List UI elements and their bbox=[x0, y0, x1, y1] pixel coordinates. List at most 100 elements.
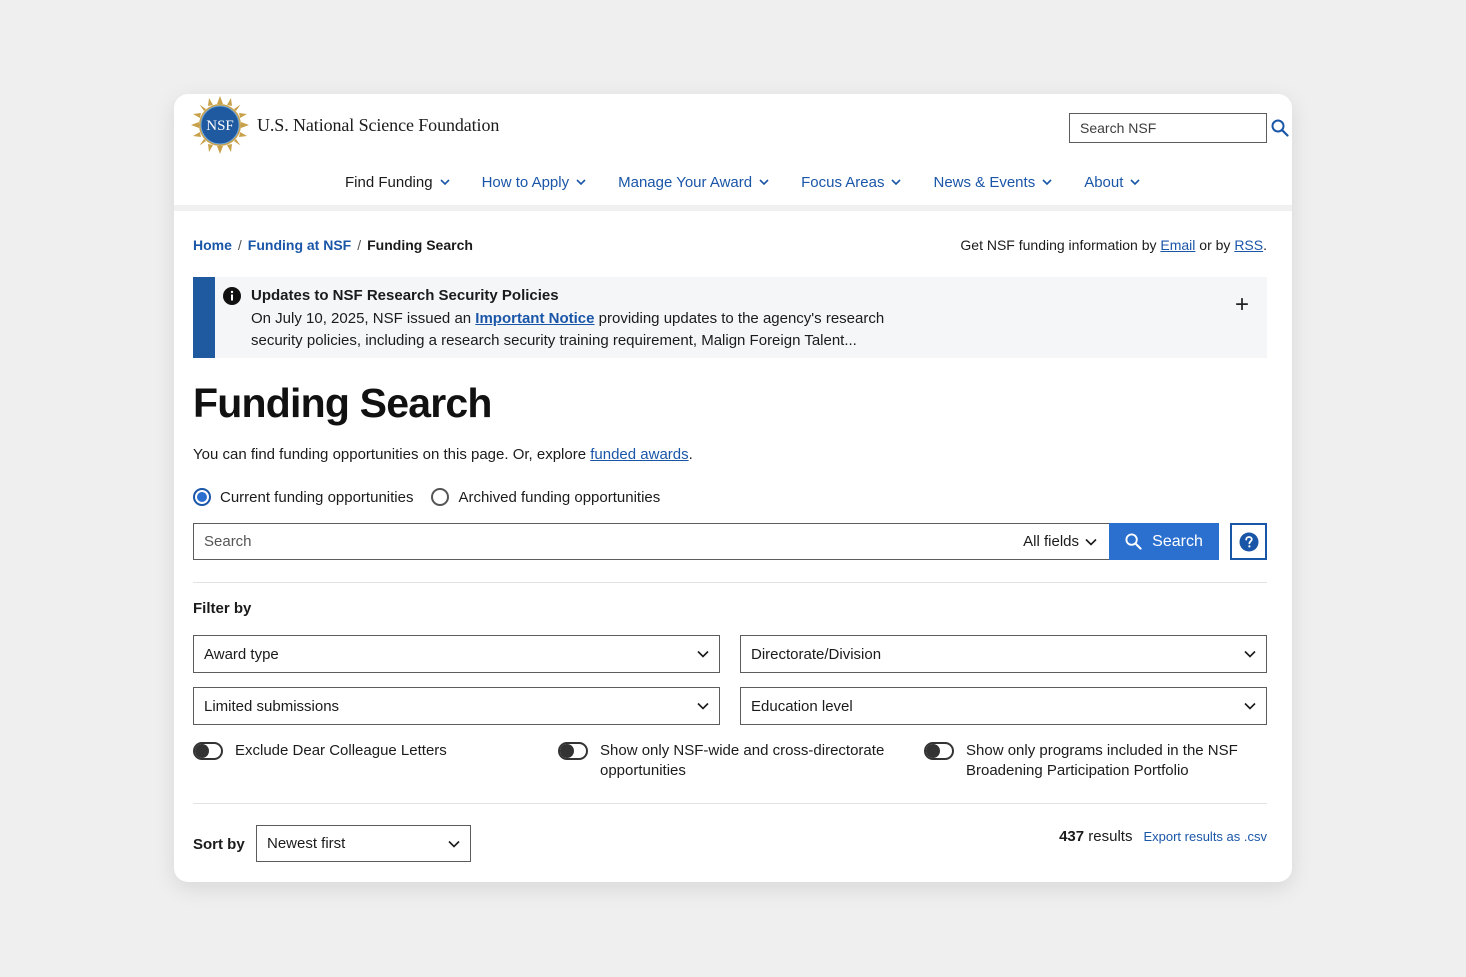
select-label: Award type bbox=[204, 645, 279, 663]
toggle-label: Exclude Dear Colleague Letters bbox=[235, 742, 447, 759]
results-label: results bbox=[1088, 828, 1133, 845]
radio-archived[interactable]: Archived funding opportunities bbox=[431, 488, 660, 506]
sort-value: Newest first bbox=[267, 835, 346, 852]
nav-how-to-apply[interactable]: How to Apply bbox=[466, 160, 603, 204]
filter-by-label: Filter by bbox=[193, 600, 252, 617]
chevron-down-icon bbox=[1130, 178, 1140, 185]
search-field-value: All fields bbox=[1023, 533, 1079, 550]
intro-prefix: You can find funding opportunities on th… bbox=[193, 446, 587, 463]
chevron-down-icon bbox=[576, 178, 586, 185]
sort-select[interactable]: Newest first bbox=[256, 825, 471, 862]
alert-title: Updates to NSF Research Security Policie… bbox=[251, 287, 559, 304]
security-alert: Updates to NSF Research Security Policie… bbox=[193, 277, 1267, 358]
subscribe-prefix: Get NSF funding information by bbox=[960, 237, 1157, 253]
nav-about[interactable]: About bbox=[1068, 160, 1156, 204]
results-summary: 437 results Export results as .csv bbox=[1059, 828, 1267, 845]
chevron-down-icon bbox=[1244, 650, 1256, 658]
breadcrumb: Home / Funding at NSF / Funding Search bbox=[193, 237, 473, 253]
nav-find-funding[interactable]: Find Funding bbox=[329, 160, 466, 211]
site-search bbox=[1069, 113, 1289, 143]
toggle-broadening-participation: Show only programs included in the NSF B… bbox=[924, 741, 1269, 781]
search-icon bbox=[1125, 533, 1142, 550]
email-link[interactable]: Email bbox=[1160, 237, 1195, 253]
sort-by-label: Sort by bbox=[193, 836, 245, 853]
important-notice-link[interactable]: Important Notice bbox=[475, 310, 594, 327]
chevron-down-icon bbox=[1042, 178, 1052, 185]
limited-submissions-select[interactable]: Limited submissions bbox=[193, 687, 720, 725]
nav-news-events[interactable]: News & Events bbox=[917, 160, 1068, 204]
funding-search-input[interactable] bbox=[194, 524, 1012, 559]
toggle-switch[interactable] bbox=[193, 742, 223, 760]
help-icon bbox=[1239, 532, 1258, 551]
search-help-button[interactable] bbox=[1230, 523, 1267, 560]
funding-search-box: All fields bbox=[193, 523, 1110, 560]
select-label: Directorate/Division bbox=[751, 645, 882, 663]
search-field-select[interactable]: All fields bbox=[1011, 524, 1109, 559]
chevron-down-icon bbox=[439, 178, 450, 185]
nsf-seal-logo: NSF bbox=[191, 96, 249, 154]
chevron-down-icon bbox=[1244, 702, 1256, 710]
site-logo[interactable]: NSF U.S. National Science Foundation bbox=[191, 96, 499, 154]
radio-label: Current funding opportunities bbox=[220, 488, 414, 506]
results-text: 437 results bbox=[1059, 828, 1132, 845]
nav-label: Find Funding bbox=[345, 173, 433, 191]
nav-focus-areas[interactable]: Focus Areas bbox=[785, 160, 917, 204]
toggle-switch[interactable] bbox=[558, 742, 588, 760]
toggle-label: Show only programs included in the NSF B… bbox=[966, 742, 1238, 779]
toggle-exclude-dcl: Exclude Dear Colleague Letters bbox=[193, 741, 523, 761]
funding-search-row: All fields Search bbox=[193, 523, 1267, 560]
radio-button[interactable] bbox=[431, 488, 450, 506]
nav-label: News & Events bbox=[933, 173, 1036, 191]
export-csv-link[interactable]: Export results as .csv bbox=[1143, 829, 1267, 844]
breadcrumb-separator: / bbox=[237, 237, 242, 253]
header-divider bbox=[174, 205, 1292, 211]
radio-label: Archived funding opportunities bbox=[458, 488, 661, 506]
search-button[interactable]: Search bbox=[1109, 523, 1219, 560]
select-label: Limited submissions bbox=[204, 697, 340, 715]
directorate-division-select[interactable]: Directorate/Division bbox=[740, 635, 1267, 673]
chevron-down-icon bbox=[759, 178, 769, 185]
breadcrumb-separator: / bbox=[357, 237, 362, 253]
funded-awards-link[interactable]: funded awards bbox=[590, 446, 688, 463]
subscribe-middle: or by bbox=[1199, 237, 1231, 253]
subscribe-suffix: . bbox=[1263, 237, 1267, 253]
radio-button-checked[interactable] bbox=[193, 488, 211, 506]
main-nav: Find Funding How to Apply Manage Your Aw… bbox=[329, 160, 1156, 211]
breadcrumb-home[interactable]: Home bbox=[193, 237, 232, 253]
chevron-down-icon bbox=[891, 178, 902, 185]
toggle-switch[interactable] bbox=[924, 742, 954, 760]
divider bbox=[193, 803, 1267, 804]
info-icon bbox=[223, 287, 241, 305]
site-name: U.S. National Science Foundation bbox=[257, 114, 500, 135]
svg-text:NSF: NSF bbox=[206, 118, 234, 134]
page-card: NSF U.S. National Science Foundation Fin… bbox=[174, 94, 1292, 882]
alert-accent-bar bbox=[193, 277, 215, 358]
nav-label: About bbox=[1084, 173, 1124, 191]
nav-label: How to Apply bbox=[481, 173, 570, 191]
intro-text: You can find funding opportunities on th… bbox=[193, 446, 693, 463]
toggle-label: Show only NSF-wide and cross-directorate… bbox=[600, 742, 885, 779]
breadcrumb-current: Funding Search bbox=[367, 237, 473, 253]
nav-label: Focus Areas bbox=[801, 173, 885, 191]
chevron-down-icon bbox=[1085, 538, 1097, 546]
intro-suffix: . bbox=[688, 446, 693, 463]
divider bbox=[193, 582, 1267, 583]
toggle-nsf-wide: Show only NSF-wide and cross-directorate… bbox=[558, 741, 903, 781]
page-title: Funding Search bbox=[193, 380, 492, 426]
site-search-input[interactable] bbox=[1070, 114, 1271, 142]
results-count: 437 bbox=[1059, 828, 1085, 845]
chevron-down-icon bbox=[697, 650, 709, 658]
breadcrumb-funding-at-nsf[interactable]: Funding at NSF bbox=[248, 237, 351, 253]
alert-body: On July 10, 2025, NSF issued an Importan… bbox=[251, 308, 931, 352]
search-icon[interactable] bbox=[1271, 114, 1289, 142]
chevron-down-icon bbox=[697, 702, 709, 710]
radio-current[interactable]: Current funding opportunities bbox=[193, 488, 413, 506]
nav-manage-your-award[interactable]: Manage Your Award bbox=[602, 160, 785, 204]
alert-body-prefix: On July 10, 2025, NSF issued an bbox=[251, 310, 472, 327]
award-type-select[interactable]: Award type bbox=[193, 635, 720, 673]
rss-link[interactable]: RSS bbox=[1234, 237, 1263, 253]
opportunity-status-radios: Current funding opportunities Archived f… bbox=[193, 488, 660, 506]
education-level-select[interactable]: Education level bbox=[740, 687, 1267, 725]
search-button-label: Search bbox=[1152, 532, 1203, 550]
expand-alert-button[interactable]: + bbox=[1235, 293, 1249, 317]
